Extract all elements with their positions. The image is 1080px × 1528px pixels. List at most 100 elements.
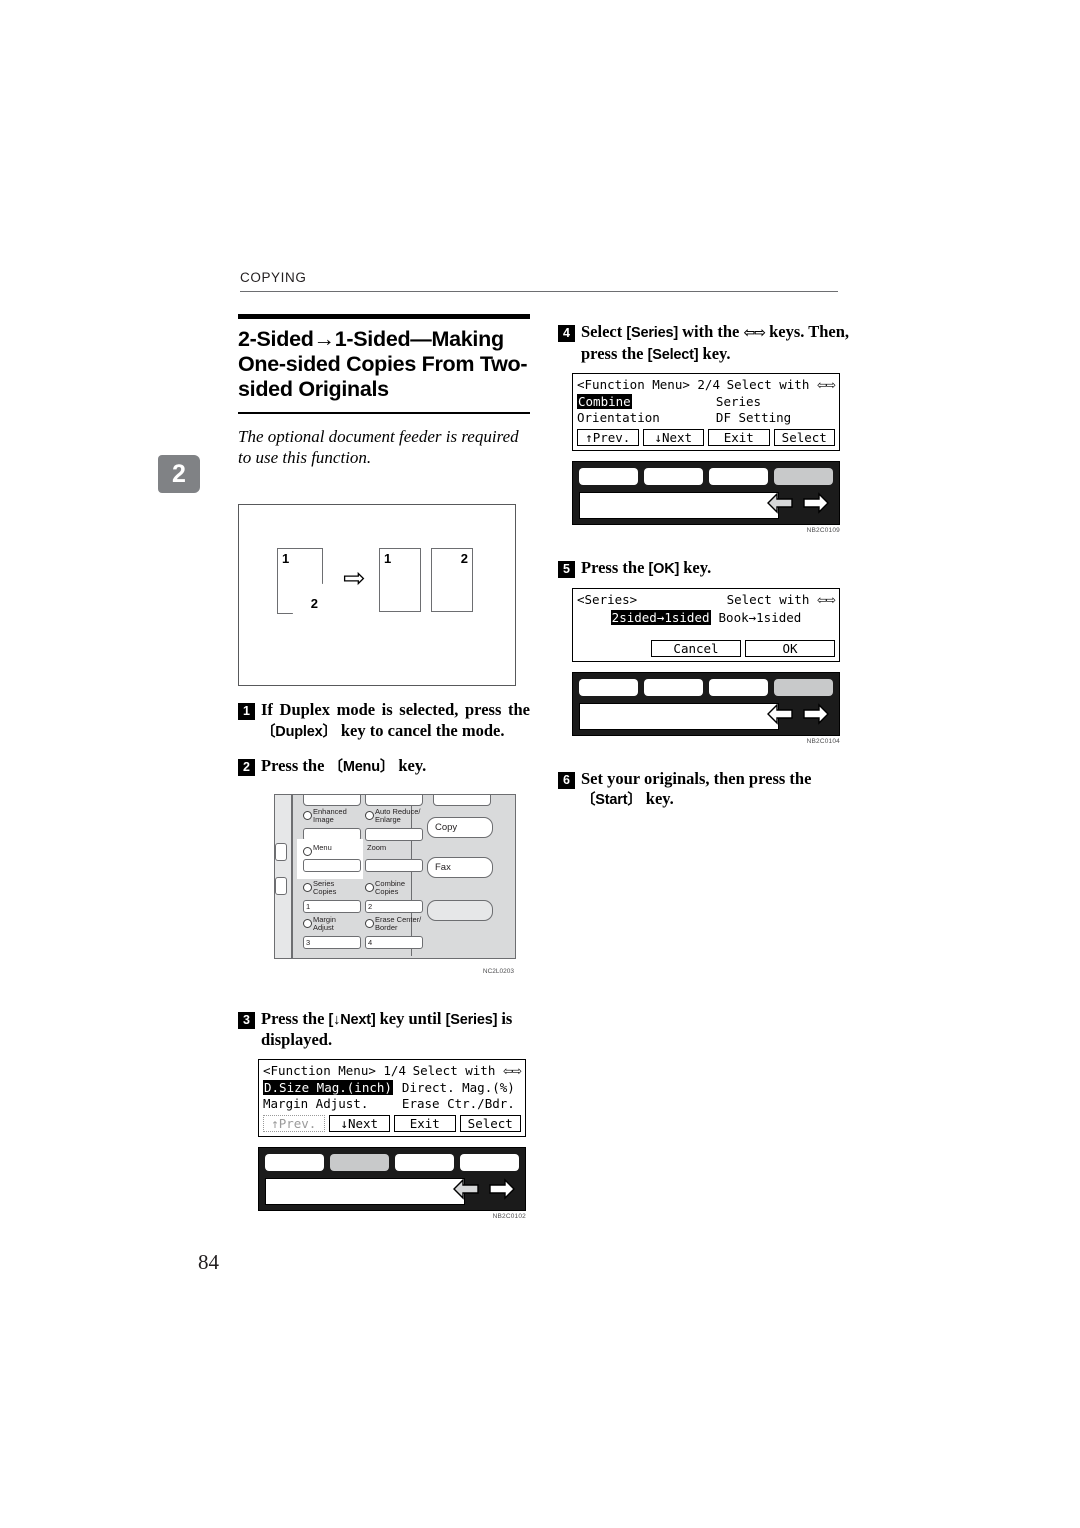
left-arrow-icon[interactable]: [451, 1176, 481, 1202]
lcd-button-select[interactable]: Select: [459, 1114, 521, 1132]
panel-mode-key-copy[interactable]: Copy: [427, 816, 493, 838]
series-bracket-label: [Series]: [626, 325, 678, 341]
figure-code-step-4: NB2C0109: [806, 527, 840, 534]
lcd-group-step-5: <Series> Select with ⇦⇨ 2sided→1sided Bo…: [572, 587, 850, 745]
chapter-tab: 2: [158, 455, 200, 493]
panel-key-button[interactable]: 4: [365, 935, 423, 949]
step-5: 5 Press the [OK] key.: [558, 558, 850, 580]
lcd-button-prev[interactable]: ↑Prev.: [263, 1114, 325, 1132]
lcd-button-cancel[interactable]: Cancel: [651, 639, 741, 657]
panel-lower-plate: [579, 702, 779, 730]
lcd-button-row: Cancel OK: [577, 639, 835, 657]
lcd-item-2[interactable]: Series: [716, 394, 835, 409]
indicator-led-icon: [303, 846, 312, 856]
lcd-button-select[interactable]: Select: [773, 429, 835, 446]
soft-key-4[interactable]: [460, 1153, 519, 1171]
select-arrows-icon: ⇦⇨: [502, 1063, 522, 1078]
mode-key-label: Copy: [435, 821, 458, 833]
right-arrow-icon[interactable]: [801, 701, 831, 727]
lcd-header-right: Select with ⇦⇨: [412, 1062, 522, 1078]
lcd-item-4[interactable]: DF Setting: [716, 410, 835, 425]
panel-nav-keys: [765, 701, 831, 727]
right-arrow-icon[interactable]: [801, 490, 831, 516]
soft-key-3[interactable]: [709, 468, 768, 485]
soft-key-4[interactable]: [774, 468, 833, 485]
select-arrows-icon: ⇦⇨: [816, 378, 836, 392]
lcd-item-1[interactable]: 2sided→1sided: [610, 609, 711, 625]
left-arrow-icon[interactable]: [765, 701, 795, 727]
series-key-label: [Series]: [445, 1011, 498, 1028]
soft-key-1[interactable]: [579, 678, 638, 696]
lcd-button-ok[interactable]: OK: [745, 639, 835, 657]
scroll-arrows-icon: ⇦⇨: [743, 325, 766, 341]
soft-key-1[interactable]: [265, 1153, 324, 1171]
left-arrow-icon[interactable]: [765, 490, 795, 516]
lcd-screen-function-menu-1: <Function Menu> 1/4 Select with ⇦⇨ D.Siz…: [258, 1058, 526, 1137]
step-3-number: 3: [238, 1011, 255, 1029]
panel-key-button[interactable]: 1: [303, 899, 361, 913]
soft-key-4[interactable]: [774, 678, 833, 696]
panel-key-label: Series Copies: [313, 879, 363, 897]
indicator-led-icon: [365, 810, 374, 820]
lcd-item-2[interactable]: Book→1sided: [719, 610, 802, 625]
panel-key-button[interactable]: 3: [303, 935, 361, 949]
start-key-label: 〔Start〕: [581, 792, 642, 808]
soft-key-3[interactable]: [709, 678, 768, 696]
right-arrow-icon[interactable]: [487, 1176, 517, 1202]
step-4-text-a: Select: [581, 322, 627, 341]
lcd-item-1[interactable]: Combine: [577, 394, 716, 409]
lcd-button-prev[interactable]: ↑Prev.: [577, 429, 639, 446]
soft-key-2[interactable]: [644, 468, 703, 485]
lcd-button-exit[interactable]: Exit: [394, 1114, 456, 1132]
soft-key-2[interactable]: [644, 678, 703, 696]
panel-nav-keys: [451, 1176, 517, 1202]
panel-key-label: Margin Adjust: [313, 915, 363, 933]
lcd-items-row-2: Orientation DF Setting: [577, 410, 835, 425]
lcd-group-step-4: <Function Menu> 2/4 Select with ⇦⇨ Combi…: [572, 373, 850, 534]
soft-key-3[interactable]: [395, 1153, 454, 1171]
panel-key-label: Menu: [313, 843, 363, 853]
label-line-2: Border: [375, 923, 398, 932]
panel-left-key-2: [275, 876, 287, 895]
lcd-button-row: ↑Prev. ↓Next Exit Select: [577, 429, 835, 446]
step-6-number: 6: [558, 771, 575, 789]
duplex-key-label: 〔Duplex〕: [261, 723, 337, 740]
copy-sheet-1: 1: [379, 548, 421, 612]
step-6: 6 Set your originals, then press the 〔St…: [558, 769, 850, 811]
panel-mode-key-fax[interactable]: Fax: [427, 856, 493, 878]
indicator-led-icon: [303, 810, 312, 820]
step-2-text-a: Press the: [261, 756, 329, 775]
panel-key-button[interactable]: 2: [365, 899, 423, 913]
step-1: 1 If Duplex mode is selected, press the …: [238, 700, 530, 742]
indicator-led-icon: [303, 882, 312, 892]
copy-sheet-2: 2: [431, 548, 473, 612]
panel-mode-key-blank[interactable]: [427, 899, 493, 921]
lcd-header-right: Select with ⇦⇨: [726, 591, 836, 607]
step-5-text-a: Press the: [581, 558, 649, 577]
panel-key-button[interactable]: [365, 827, 423, 841]
lcd-button-next[interactable]: ↓Next: [328, 1114, 390, 1132]
panel-key-button[interactable]: [303, 858, 361, 872]
lcd-item-3[interactable]: Margin Adjust.: [263, 1096, 402, 1111]
lcd-header-left: <Function Menu> 2/4: [577, 377, 720, 392]
lcd-button-next[interactable]: ↓Next: [642, 429, 704, 446]
soft-key-1[interactable]: [579, 468, 638, 485]
label-line-2: Adjust: [313, 923, 334, 932]
lcd-header-right: Select with ⇦⇨: [726, 377, 836, 392]
lcd-item-2[interactable]: Direct. Mag.(%): [402, 1080, 521, 1095]
transform-arrow-icon: ⇨: [343, 563, 366, 594]
lcd-items-row-1: 2sided→1sided Book→1sided: [577, 609, 835, 625]
step-6-text: Set your originals, then press the 〔Star…: [581, 769, 850, 811]
lcd-item-1[interactable]: D.Size Mag.(inch): [263, 1079, 402, 1095]
lcd-button-exit[interactable]: Exit: [708, 429, 770, 446]
running-head: COPYING: [240, 270, 307, 285]
panel-key-number: 2: [368, 901, 373, 911]
lcd-item-3[interactable]: Orientation: [577, 410, 716, 425]
soft-key-2[interactable]: [330, 1153, 389, 1171]
step-5-text-b: key.: [679, 558, 712, 577]
panel-key-number: 3: [306, 937, 311, 947]
step-3-text-a: Press the: [261, 1008, 329, 1028]
panel-key-button[interactable]: [365, 858, 423, 872]
panel-left-key-1: [275, 842, 287, 861]
lcd-item-4[interactable]: Erase Ctr./Bdr.: [402, 1096, 521, 1111]
